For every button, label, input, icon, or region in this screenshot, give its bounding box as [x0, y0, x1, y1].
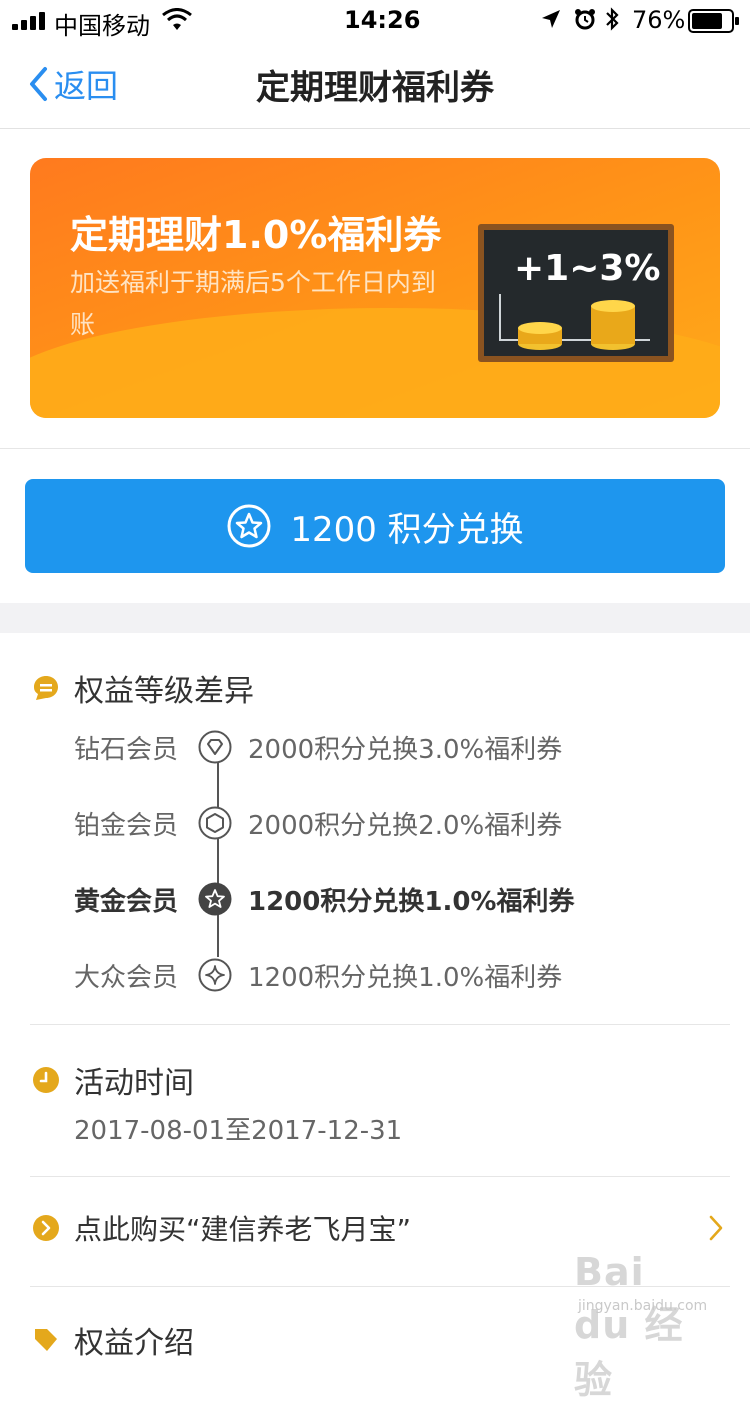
promo-banner: 定期理财1.0%福利券 加送福利于期满后5个工作日内到账 +1~3% — [30, 158, 720, 418]
tiers-section-header: 权益等级差异 — [32, 666, 254, 710]
buy-link-label: 点此购买“建信养老飞月宝” — [74, 1213, 412, 1246]
status-bar: 中国移动 14:26 76% — [0, 0, 750, 40]
tier-benefit: 1200积分兑换1.0%福利券 — [248, 962, 563, 993]
banner-title: 定期理财1.0%福利券 — [70, 213, 442, 257]
tier-name: 钻石会员 — [74, 734, 179, 765]
blackboard-coins-illustration: +1~3% — [478, 224, 674, 362]
battery-icon — [688, 9, 739, 33]
alarm-icon — [575, 9, 595, 30]
tier-name: 大众会员 — [74, 962, 179, 993]
bluetooth-icon — [606, 7, 619, 31]
clock-icon — [33, 1067, 59, 1093]
diamond-icon — [198, 730, 232, 764]
activity-section-title: 活动时间 — [74, 1066, 194, 1101]
buy-product-link[interactable]: 点此购买“建信养老飞月宝” — [32, 1206, 728, 1250]
tiers-section-title: 权益等级差异 — [74, 674, 254, 709]
tier-benefit: 2000积分兑换3.0%福利券 — [248, 734, 563, 765]
chevron-right-icon — [709, 1215, 723, 1241]
hexagon-icon — [198, 806, 232, 840]
section-divider — [0, 448, 750, 449]
sparkle-icon — [198, 958, 232, 992]
location-arrow-icon — [542, 10, 560, 28]
cellular-signal-icon — [12, 12, 45, 30]
banner-subtitle: 加送福利于期满后5个工作日内到账 — [70, 268, 436, 339]
baidu-watermark: Bai du 经验 jingyan.baidu.com — [574, 1250, 714, 1402]
intro-section-title: 权益介绍 — [74, 1326, 194, 1361]
activity-date-range: 2017-08-01至2017-12-31 — [74, 1116, 403, 1146]
activity-section-header: 活动时间 — [32, 1058, 194, 1102]
battery-percentage: 76% — [632, 6, 686, 34]
tier-name: 黄金会员 — [74, 886, 179, 917]
section-divider — [30, 1176, 730, 1177]
navigation-bar: 返回 定期理财福利券 — [0, 40, 750, 129]
section-gap — [0, 603, 750, 633]
tier-benefit: 2000积分兑换2.0%福利券 — [248, 810, 563, 841]
chevron-right-circle-icon — [33, 1215, 59, 1241]
tier-benefit: 1200积分兑换1.0%福利券 — [248, 886, 575, 917]
section-divider — [30, 1024, 730, 1025]
speech-bubble-icon — [34, 676, 58, 700]
clock-time: 14:26 — [344, 6, 421, 34]
watermark-brand: Bai du 经验 — [574, 1250, 684, 1402]
star-circle-icon — [227, 504, 271, 548]
tag-icon — [35, 1329, 57, 1351]
tier-row-standard: 大众会员 1200积分兑换1.0%福利券 — [74, 955, 562, 995]
page-title: 定期理财福利券 — [256, 68, 494, 108]
tier-timeline-line — [217, 762, 219, 957]
board-text: +1~3% — [514, 248, 661, 289]
carrier-name: 中国移动 — [54, 12, 150, 40]
watermark-url: jingyan.baidu.com — [578, 1298, 708, 1314]
exchange-points-button[interactable]: 1200 积分兑换 — [25, 479, 725, 573]
tier-name: 铂金会员 — [74, 810, 179, 841]
tier-row-platinum: 铂金会员 2000积分兑换2.0%福利券 — [74, 803, 562, 843]
intro-section-header: 权益介绍 — [32, 1318, 194, 1362]
tier-row-diamond: 钻石会员 2000积分兑换3.0%福利券 — [74, 727, 562, 767]
star-icon — [198, 882, 232, 916]
tier-row-gold: 黄金会员 1200积分兑换1.0%福利券 — [74, 879, 574, 919]
wifi-icon — [162, 8, 192, 30]
exchange-button-label: 1200 积分兑换 — [290, 509, 524, 550]
